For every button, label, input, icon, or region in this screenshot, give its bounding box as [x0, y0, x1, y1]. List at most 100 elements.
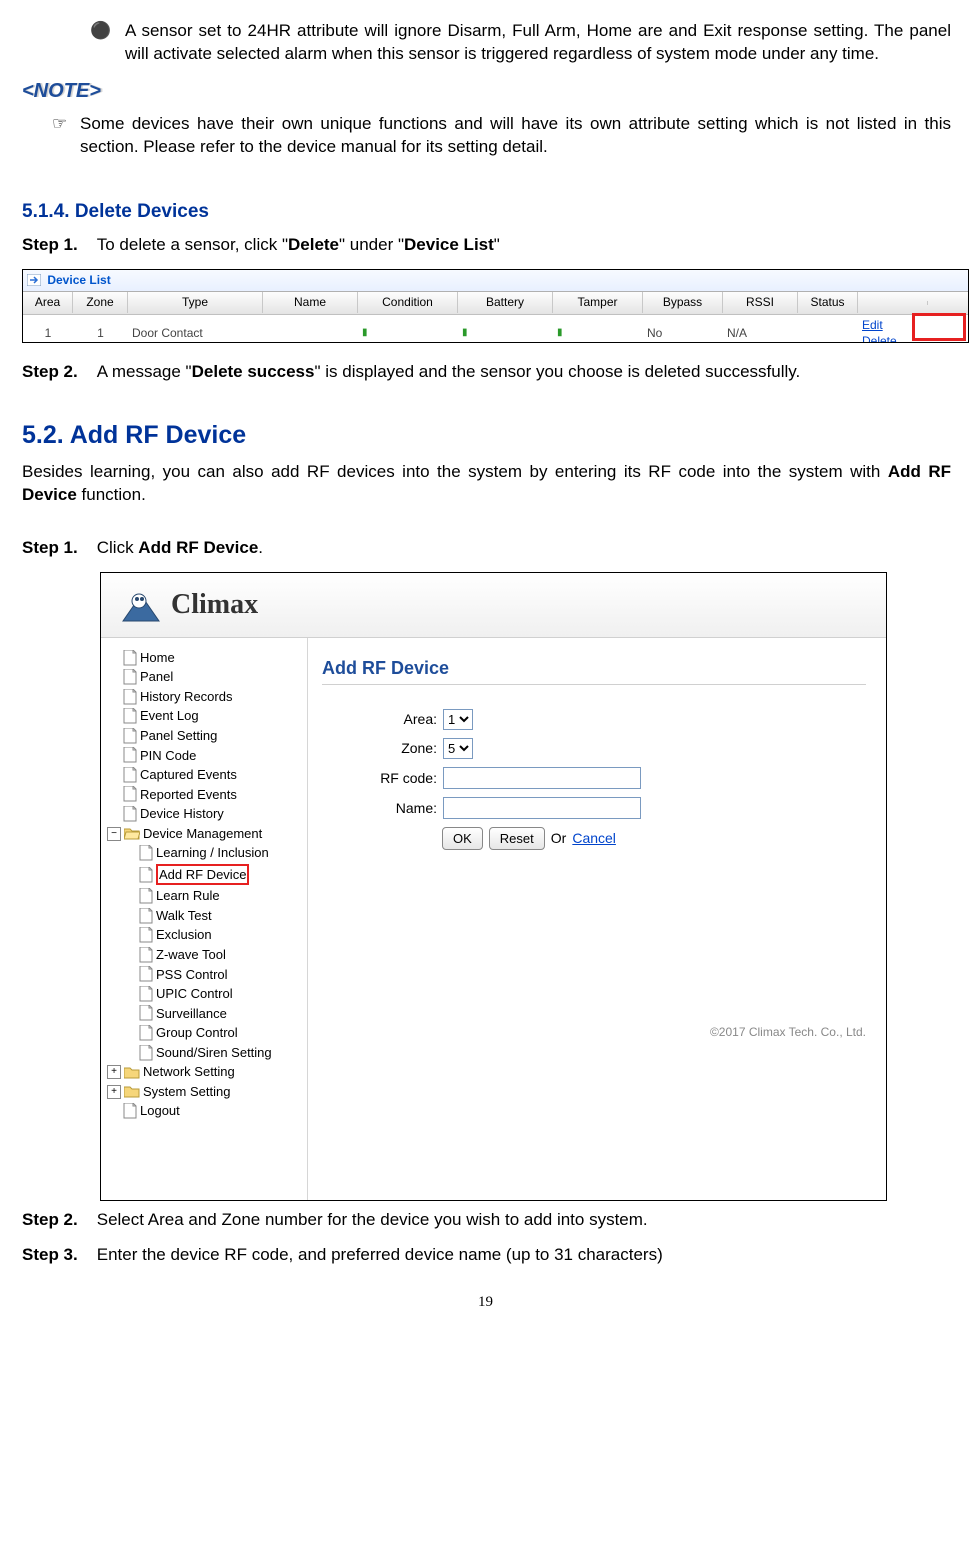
page-icon	[139, 888, 153, 904]
sidebar-item-walk-test[interactable]: Walk Test	[107, 906, 307, 926]
s52-step1-b: Add RF Device	[138, 538, 258, 557]
sidebar-item-device-history[interactable]: Device History	[107, 804, 307, 824]
sidebar-item-panel[interactable]: Panel	[107, 667, 307, 687]
sidebar-item-label: Reported Events	[140, 786, 237, 804]
s52-step3: Step 3. Enter the device RF code, and pr…	[22, 1244, 951, 1267]
note-heading: <NOTE>	[22, 78, 951, 105]
ok-button[interactable]: OK	[442, 827, 483, 850]
sidebar-item-system-setting[interactable]: + System Setting	[107, 1082, 307, 1102]
page-icon	[123, 669, 137, 685]
page-icon	[123, 689, 137, 705]
sidebar-item-label: History Records	[140, 688, 232, 706]
page-icon	[139, 927, 153, 943]
rf-label: RF code:	[322, 769, 443, 788]
main-pane: Add RF Device Area: 1 Zone: 5 RF code: N…	[308, 638, 886, 1200]
rf-code-input[interactable]	[443, 767, 641, 789]
sidebar-item-group-control[interactable]: Group Control	[107, 1023, 307, 1043]
plus-icon[interactable]: +	[107, 1085, 121, 1099]
sidebar-item-z-wave-tool[interactable]: Z-wave Tool	[107, 945, 307, 965]
sidebar-item-device-management[interactable]: − Device Management	[107, 824, 307, 844]
cell-cond: ▮	[358, 324, 458, 342]
sidebar-item-captured-events[interactable]: Captured Events	[107, 765, 307, 785]
edit-link[interactable]: Edit	[862, 318, 883, 332]
delete-link[interactable]: Delete	[862, 334, 897, 344]
page-icon	[123, 767, 137, 783]
sidebar-item-event-log[interactable]: Event Log	[107, 706, 307, 726]
hdr-blank	[858, 301, 928, 305]
reset-button[interactable]: Reset	[489, 827, 545, 850]
sidebar-item-label: Surveillance	[156, 1005, 227, 1023]
s52-step2-body: Select Area and Zone number for the devi…	[97, 1209, 946, 1232]
sidebar-item-network-setting[interactable]: + Network Setting	[107, 1062, 307, 1082]
sidebar-item-label: Learn Rule	[156, 887, 220, 905]
or-text: Or	[551, 829, 567, 848]
cell-type: Door Contact	[128, 323, 263, 343]
page-icon	[123, 747, 137, 763]
page-icon	[139, 986, 153, 1002]
s52-step1: Step 1. Click Add RF Device.	[22, 537, 951, 560]
area-select[interactable]: 1	[443, 709, 473, 730]
sidebar-item-label: Learning / Inclusion	[156, 844, 269, 862]
sidebar-item-sound-siren-setting[interactable]: Sound/Siren Setting	[107, 1043, 307, 1063]
logout-label: Logout	[140, 1102, 180, 1120]
sidebar-item-label: UPIC Control	[156, 985, 233, 1003]
app-header: Climax	[101, 573, 886, 638]
page-icon	[123, 728, 137, 744]
sidebar-item-exclusion[interactable]: Exclusion	[107, 925, 307, 945]
hdr-area: Area	[23, 292, 73, 312]
plus-icon[interactable]: +	[107, 1065, 121, 1079]
logo-text: Climax	[171, 586, 258, 624]
device-list-panel: Device List Area Zone Type Name Conditio…	[22, 269, 969, 343]
step2-label: Step 2.	[22, 361, 92, 384]
page-icon	[123, 708, 137, 724]
page-icon	[139, 966, 153, 982]
step2-b1: Delete success	[192, 362, 315, 381]
sidebar-item-panel-setting[interactable]: Panel Setting	[107, 726, 307, 746]
cell-bypass: No	[643, 323, 723, 343]
sidebar-item-reported-events[interactable]: Reported Events	[107, 785, 307, 805]
sidebar-item-label: Add RF Device	[156, 864, 249, 886]
cell-batt: ▮	[458, 324, 553, 342]
sidebar-item-pin-code[interactable]: PIN Code	[107, 746, 307, 766]
page-icon	[139, 947, 153, 963]
sidebar-item-label: Sound/Siren Setting	[156, 1044, 272, 1062]
zone-select[interactable]: 5	[443, 738, 473, 759]
page-icon	[123, 786, 137, 802]
page-icon	[123, 806, 137, 822]
hdr-zone: Zone	[73, 292, 128, 312]
device-list-header: Area Zone Type Name Condition Battery Ta…	[23, 292, 968, 315]
page-icon	[139, 1045, 153, 1061]
sidebar-item-label: Event Log	[140, 707, 199, 725]
sidebar-item-label: Panel	[140, 668, 173, 686]
cancel-link[interactable]: Cancel	[572, 829, 616, 848]
dm-label: Device Management	[143, 825, 262, 843]
arrow-right-icon	[27, 274, 41, 286]
page-icon	[123, 1103, 137, 1119]
s52-step1-pre: Click	[97, 538, 139, 557]
table-row: 1 1 Door Contact ▮ ▮ ▮ No N/A Edit Delet…	[23, 315, 968, 337]
hdr-name: Name	[263, 292, 358, 312]
sidebar-item-learning-inclusion[interactable]: Learning / Inclusion	[107, 843, 307, 863]
page-icon	[139, 1025, 153, 1041]
folder-icon	[124, 1066, 140, 1079]
device-list-title-text: Device List	[47, 273, 110, 287]
app-screenshot: Climax HomePanel History RecordsEvent Log…	[100, 572, 887, 1201]
sidebar-item-learn-rule[interactable]: Learn Rule	[107, 886, 307, 906]
sidebar: HomePanel History RecordsEvent LogPanel S…	[101, 638, 308, 1200]
name-input[interactable]	[443, 797, 641, 819]
sidebar-item-pss-control[interactable]: PSS Control	[107, 965, 307, 985]
sidebar-item-history-records[interactable]: History Records	[107, 687, 307, 707]
sidebar-item-surveillance[interactable]: Surveillance	[107, 1004, 307, 1024]
sidebar-item-add-rf-device[interactable]: Add RF Device	[107, 863, 307, 887]
step1: Step 1. To delete a sensor, click "Delet…	[22, 234, 951, 257]
main-title: Add RF Device	[322, 656, 866, 685]
page-icon	[123, 650, 137, 666]
hdr-tamper: Tamper	[553, 292, 643, 312]
step1-mid: " under "	[339, 235, 404, 254]
page-icon	[139, 1005, 153, 1021]
sidebar-item-upic-control[interactable]: UPIC Control	[107, 984, 307, 1004]
minus-icon[interactable]: −	[107, 827, 121, 841]
sidebar-item-home[interactable]: Home	[107, 648, 307, 668]
s52-step1-post: .	[258, 538, 263, 557]
sidebar-item-logout[interactable]: Logout	[107, 1101, 307, 1121]
